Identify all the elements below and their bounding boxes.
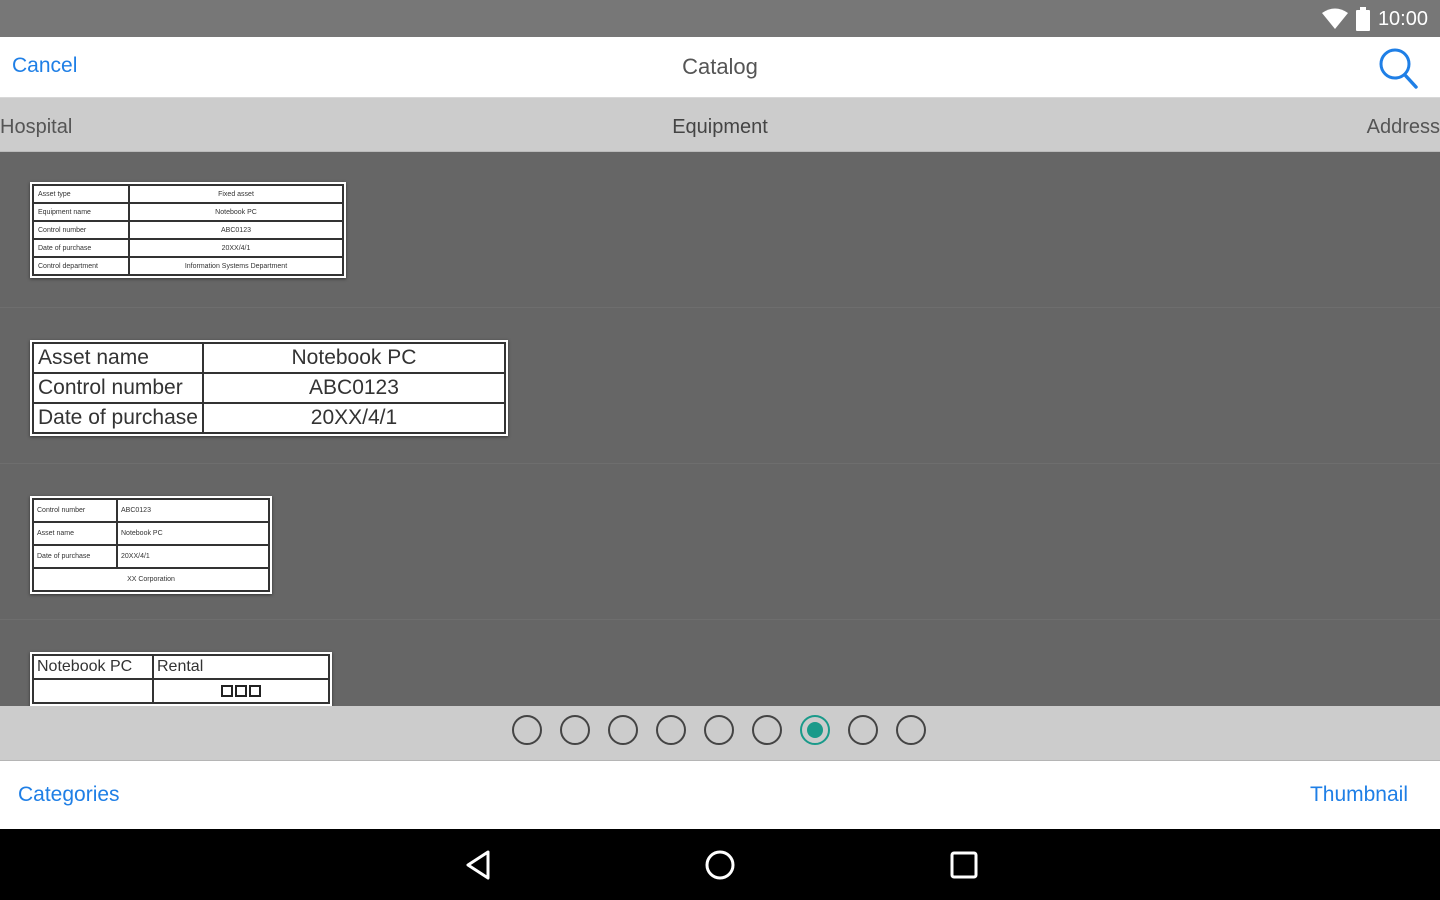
page-dot[interactable] <box>608 715 638 745</box>
label-footer: XX Corporation <box>32 567 270 592</box>
catalog-list[interactable]: Asset type Fixed asset Equipment name Note… <box>0 152 1440 706</box>
battery-icon <box>1355 7 1370 31</box>
label-value: ABC0123 <box>116 498 270 523</box>
label-key: Control number <box>32 372 204 404</box>
label-value: Information Systems Department <box>128 256 344 276</box>
label-value: Rental <box>152 654 330 680</box>
label-key: Control number <box>32 220 130 240</box>
label-thumbnail[interactable]: Asset type Fixed asset Equipment name Note… <box>30 182 346 278</box>
label-key: Asset name <box>32 521 118 546</box>
label-thumbnail[interactable]: Notebook PC Rental <box>30 652 332 706</box>
label-value: 20XX/4/1 <box>116 544 270 569</box>
list-item[interactable]: Notebook PC Rental <box>0 620 1440 706</box>
label-key: Control department <box>32 256 130 276</box>
category-tabs: Hospital Equipment Address <box>0 98 1440 152</box>
status-icons: 10:00 <box>1321 6 1428 32</box>
label-value: Notebook PC <box>116 521 270 546</box>
page-dot[interactable] <box>656 715 686 745</box>
page-dots <box>512 715 926 745</box>
page-dot[interactable] <box>896 715 926 745</box>
nav-bar: Cancel Catalog <box>0 37 1440 98</box>
tab-address[interactable]: Address <box>1367 116 1440 139</box>
label-thumbnail[interactable]: Control number ABC0123 Asset name Notebook… <box>30 496 272 594</box>
label-key: Date of purchase <box>32 238 130 258</box>
tab-equipment[interactable]: Equipment <box>0 116 1440 139</box>
label-key: Control number <box>32 498 118 523</box>
page-dot-active[interactable] <box>800 715 830 745</box>
label-value: 20XX/4/1 <box>128 238 344 258</box>
page-title: Catalog <box>682 54 758 79</box>
thumbnail-button[interactable]: Thumbnail <box>1310 783 1408 807</box>
recent-apps-icon[interactable] <box>946 847 982 883</box>
list-item[interactable]: Control number ABC0123 Asset name Notebook… <box>0 464 1440 620</box>
home-icon[interactable] <box>702 847 738 883</box>
label-value: 20XX/4/1 <box>201 402 507 434</box>
page-dot[interactable] <box>560 715 590 745</box>
label-key: Asset type <box>32 184 130 204</box>
label-key: Asset name <box>32 342 204 374</box>
page-dot[interactable] <box>512 715 542 745</box>
bottom-toolbar: Categories Thumbnail <box>0 761 1440 829</box>
page-indicator <box>0 706 1440 761</box>
page-dot[interactable] <box>848 715 878 745</box>
list-item[interactable]: Asset type Fixed asset Equipment name Note… <box>0 152 1440 308</box>
label-key: Notebook PC <box>32 654 154 680</box>
qr-code-icon <box>152 678 330 704</box>
wifi-icon <box>1321 8 1348 30</box>
label-value: ABC0123 <box>128 220 344 240</box>
system-nav-bar <box>0 829 1440 900</box>
label-value: Notebook PC <box>128 202 344 222</box>
categories-button[interactable]: Categories <box>18 783 120 807</box>
search-icon[interactable] <box>1378 47 1418 89</box>
status-time: 10:00 <box>1377 7 1428 30</box>
label-value: Notebook PC <box>201 342 507 374</box>
status-bar: 10:00 <box>0 0 1440 37</box>
label-key: Date of purchase <box>32 544 118 569</box>
label-key <box>32 678 154 704</box>
label-value: ABC0123 <box>201 372 507 404</box>
label-thumbnail[interactable]: Asset name Notebook PC Control number ABC0… <box>30 340 508 436</box>
back-icon[interactable] <box>462 847 498 883</box>
page-dot[interactable] <box>752 715 782 745</box>
label-value: Fixed asset <box>128 184 344 204</box>
list-item[interactable]: Asset name Notebook PC Control number ABC0… <box>0 308 1440 464</box>
label-key: Date of purchase <box>32 402 204 434</box>
label-key: Equipment name <box>32 202 130 222</box>
page-dot[interactable] <box>704 715 734 745</box>
